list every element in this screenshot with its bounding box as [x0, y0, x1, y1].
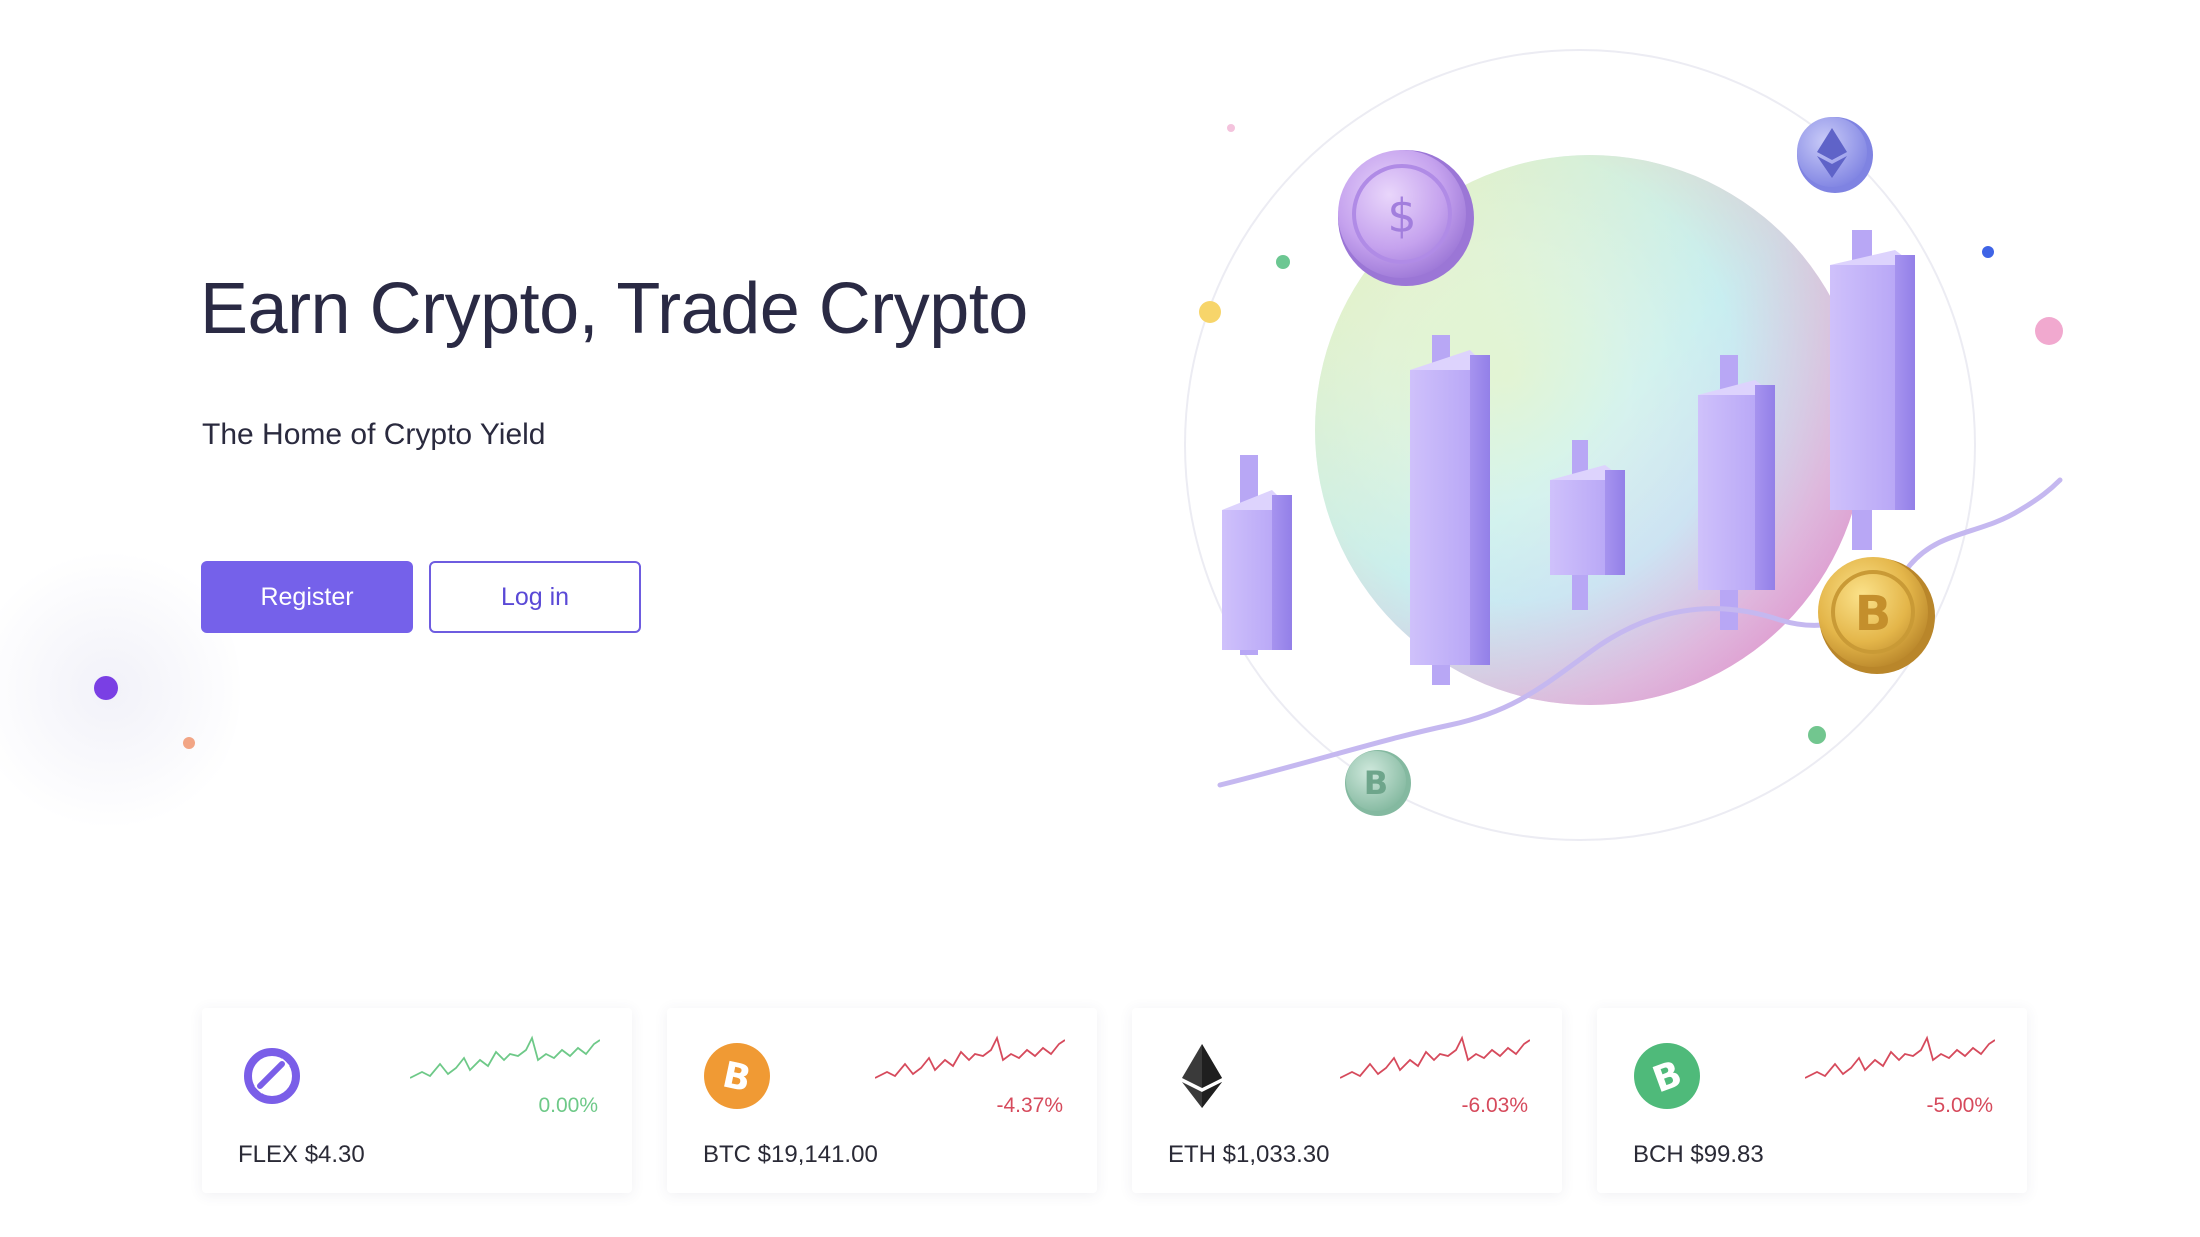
change-percent: -6.03%	[1461, 1094, 1528, 1117]
sparkline-btc	[875, 1035, 1065, 1079]
candle-2	[1410, 335, 1490, 685]
register-button[interactable]: Register	[201, 561, 413, 633]
change-percent: 0.00%	[538, 1094, 598, 1117]
ticker-card-eth[interactable]: -6.03% ETH $1,033.30	[1132, 1008, 1562, 1193]
svg-text:$: $	[1387, 189, 1416, 243]
ticker-card-flex[interactable]: 0.00% FLEX $4.30	[202, 1008, 632, 1193]
ticker-price-label: BTC $19,141.00	[703, 1141, 878, 1168]
landing-page: Earn Crypto, Trade Crypto The Home of Cr…	[0, 0, 2200, 1237]
ethereum-icon	[1182, 1044, 1222, 1108]
flex-coin-icon	[244, 1048, 300, 1104]
ticker-price-label: BCH $99.83	[1633, 1141, 1764, 1168]
sparkline-bch	[1805, 1035, 1995, 1079]
ethereum-coin	[1797, 117, 1873, 193]
decorative-purple-dot	[94, 676, 118, 700]
ticker-price-label: ETH $1,033.30	[1168, 1141, 1330, 1168]
hero-title: Earn Crypto, Trade Crypto	[200, 269, 1028, 349]
hero-illustration: $ B B	[1184, 49, 2063, 841]
bitcoin-cash-icon: B	[1634, 1043, 1700, 1109]
ticker-price-label: FLEX $4.30	[238, 1141, 365, 1168]
sparkline-flex	[410, 1035, 600, 1079]
change-percent: -4.37%	[996, 1094, 1063, 1117]
candle-4	[1698, 355, 1775, 630]
gold-bitcoin-coin: B	[1818, 557, 1935, 674]
candle-1	[1222, 455, 1292, 655]
ticker-row: 0.00% FLEX $4.30 B -4.37% BTC $19,141.00	[202, 1008, 2027, 1193]
change-percent: -5.00%	[1926, 1094, 1993, 1117]
green-bitcoin-coin: B	[1345, 750, 1411, 816]
purple-coin: $	[1338, 150, 1474, 286]
bitcoin-icon: B	[704, 1043, 770, 1109]
svg-text:B: B	[1855, 586, 1892, 642]
svg-text:B: B	[1364, 764, 1388, 802]
decorative-orange-dot	[183, 737, 195, 749]
candle-5	[1830, 230, 1915, 550]
ticker-card-btc[interactable]: B -4.37% BTC $19,141.00	[667, 1008, 1097, 1193]
sparkline-eth	[1340, 1035, 1530, 1079]
ticker-card-bch[interactable]: B -5.00% BCH $99.83	[1597, 1008, 2027, 1193]
login-button[interactable]: Log in	[429, 561, 641, 633]
hero-subtitle: The Home of Crypto Yield	[202, 418, 546, 451]
